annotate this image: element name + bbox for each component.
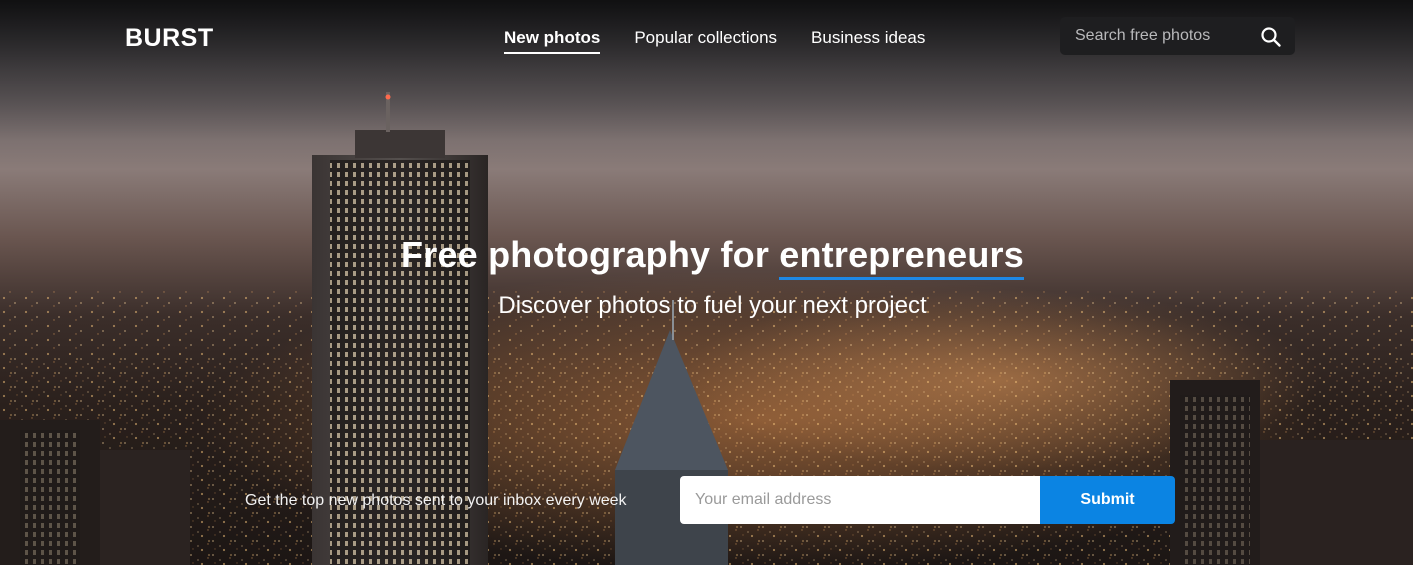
burst-logo[interactable]: BURST <box>125 24 214 53</box>
hero-section: BURST New photos Popular collections Bus… <box>0 0 1413 565</box>
main-nav: New photos Popular collections Business … <box>504 28 925 54</box>
nav-business-ideas[interactable]: Business ideas <box>811 28 925 54</box>
top-navigation-bar: BURST New photos Popular collections Bus… <box>0 0 1413 76</box>
newsletter-label: Get the top new photos sent to your inbo… <box>245 492 627 509</box>
hero-subheadline: Discover photos to fuel your next projec… <box>498 292 927 319</box>
headline-prefix: Free photography for <box>401 234 780 275</box>
email-input[interactable] <box>680 476 1041 524</box>
hero-headline: Free photography for entrepreneurs <box>6 234 1413 276</box>
submit-button[interactable]: Submit <box>1040 476 1175 524</box>
search-icon[interactable] <box>1260 26 1282 48</box>
nav-new-photos[interactable]: New photos <box>504 28 601 54</box>
nav-popular-collections[interactable]: Popular collections <box>634 28 777 54</box>
search-input[interactable] <box>1060 17 1250 55</box>
headline-accent-link[interactable]: entrepreneurs <box>779 234 1024 275</box>
